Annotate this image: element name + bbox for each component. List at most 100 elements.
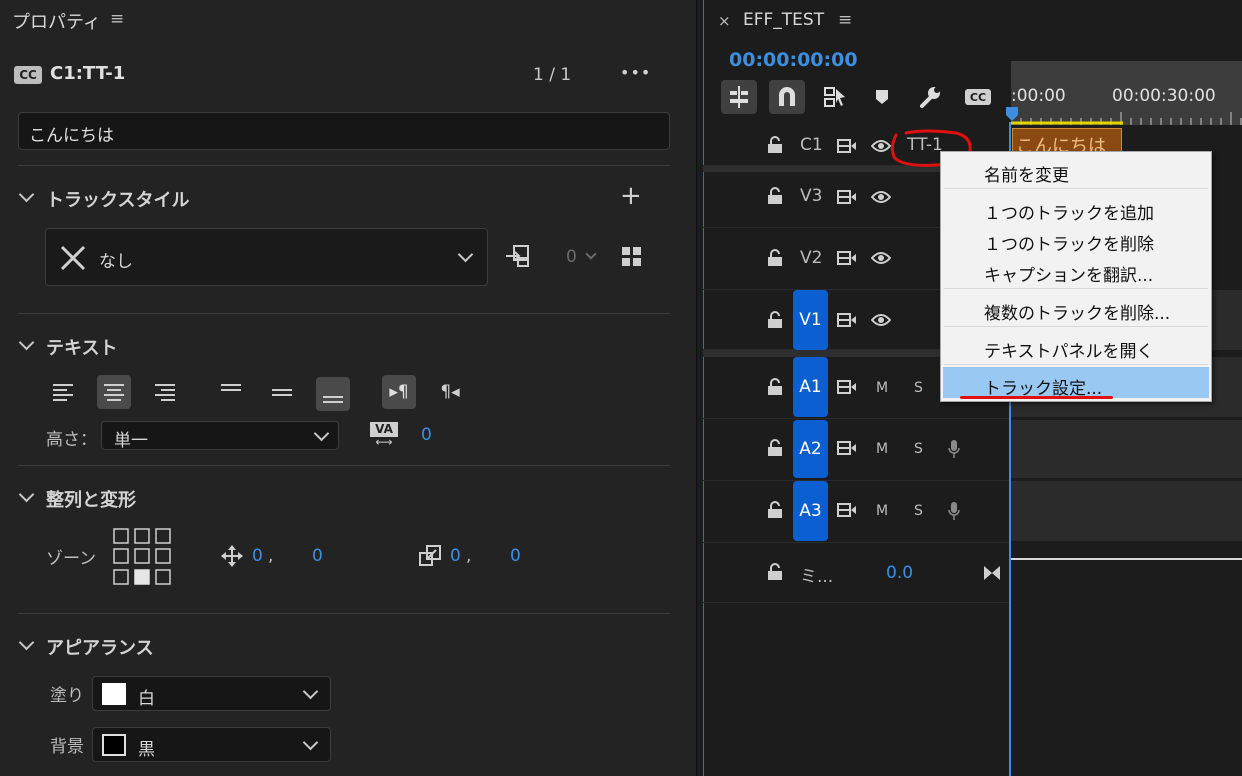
track-label-v2[interactable]: V2	[800, 248, 822, 268]
playhead-icon[interactable]	[1005, 106, 1019, 122]
lock-icon[interactable]	[767, 187, 783, 205]
style-count[interactable]: 0	[566, 247, 577, 267]
chevron-down-icon[interactable]	[18, 486, 35, 503]
bowtie-icon[interactable]	[983, 565, 1001, 581]
text-direction-rtl-button[interactable]: ¶◂	[433, 375, 467, 409]
chevron-down-icon[interactable]	[18, 334, 35, 351]
grid-view-icon[interactable]	[622, 247, 642, 267]
sequence-tab-title[interactable]: EFF_TEST	[743, 10, 824, 30]
insert-sequence-nest-button[interactable]	[721, 80, 757, 114]
menu-item-rename[interactable]: 名前を変更	[984, 161, 1069, 186]
section-track-style[interactable]: トラックスタイル	[46, 186, 189, 212]
lock-icon[interactable]	[767, 249, 783, 267]
zone-grid-icon[interactable]	[113, 528, 173, 586]
caption-text-input[interactable]: こんにちは	[18, 112, 670, 150]
mute-button[interactable]: M	[876, 441, 888, 457]
sync-lock-icon[interactable]	[837, 379, 857, 395]
position-y[interactable]: 0	[312, 546, 323, 566]
lock-icon[interactable]	[767, 136, 783, 154]
add-style-button[interactable]: +	[620, 181, 642, 211]
section-text[interactable]: テキスト	[46, 334, 117, 360]
timeline-settings-button[interactable]	[912, 80, 948, 114]
menu-item-delete-track[interactable]: １つのトラックを削除	[984, 230, 1154, 255]
divider	[18, 613, 670, 614]
height-value: 単一	[114, 431, 148, 451]
track-style-select[interactable]: なし	[45, 228, 488, 286]
close-tab-icon[interactable]: ×	[718, 12, 731, 30]
menu-item-open-text-panel[interactable]: テキストパネルを開く	[984, 337, 1154, 362]
solo-button[interactable]: S	[914, 503, 923, 519]
text-direction-ltr-button[interactable]: ▸¶	[382, 375, 416, 409]
marker-icon	[876, 90, 888, 104]
track-label-v3[interactable]: V3	[800, 186, 822, 206]
track-label-c1[interactable]: C1	[800, 135, 823, 155]
track-header-mix[interactable]	[703, 543, 1009, 603]
eye-icon[interactable]	[871, 251, 891, 265]
solo-button[interactable]: S	[914, 441, 923, 457]
properties-panel: プロパティ ≡ CC C1:TT-1 1 / 1 ••• こんにちは トラックス…	[0, 0, 697, 776]
sync-lock-icon[interactable]	[837, 440, 857, 456]
section-align-transform[interactable]: 整列と変形	[46, 486, 136, 512]
sync-lock-icon[interactable]	[837, 312, 857, 328]
solo-button[interactable]: S	[914, 380, 923, 396]
track-label-a1: A1	[799, 377, 822, 397]
sync-lock-icon[interactable]	[837, 138, 857, 154]
lock-icon[interactable]	[767, 311, 783, 329]
mute-button[interactable]: M	[876, 503, 888, 519]
height-select[interactable]: 単一	[101, 421, 339, 451]
position-x[interactable]: 0	[252, 546, 263, 566]
chevron-down-icon[interactable]	[585, 248, 597, 260]
track-target-a3[interactable]: A3	[793, 481, 828, 541]
fill-color-select[interactable]: 白	[92, 676, 331, 711]
menu-item-translate-captions[interactable]: キャプションを翻訳...	[984, 261, 1153, 286]
lock-icon[interactable]	[767, 439, 783, 457]
captions-button[interactable]: CC	[960, 80, 996, 114]
track-label-mix[interactable]: ミ...	[800, 562, 833, 587]
size-x[interactable]: 0	[450, 546, 461, 566]
panel-menu-icon[interactable]: ≡	[110, 9, 124, 29]
microphone-icon[interactable]	[947, 439, 961, 459]
chevron-down-icon[interactable]	[18, 186, 35, 203]
a3-track-area[interactable]	[1011, 481, 1242, 541]
more-options-icon[interactable]: •••	[620, 63, 651, 82]
track-target-a2[interactable]: A2	[793, 420, 828, 478]
eye-icon[interactable]	[871, 190, 891, 204]
size-y[interactable]: 0	[510, 546, 521, 566]
comma: ,	[466, 546, 472, 566]
valign-bottom-button[interactable]	[316, 377, 350, 411]
add-marker-button[interactable]	[864, 80, 900, 114]
section-appearance[interactable]: アピアランス	[46, 634, 154, 660]
align-center-button[interactable]	[97, 375, 131, 409]
menu-item-delete-tracks[interactable]: 複数のトラックを削除...	[984, 299, 1170, 324]
push-style-icon[interactable]	[505, 244, 531, 268]
background-color-select[interactable]: 黒	[92, 727, 331, 762]
snap-button[interactable]	[769, 80, 805, 114]
menu-item-add-track[interactable]: １つのトラックを追加	[984, 199, 1154, 224]
mix-volume-value[interactable]: 0.0	[886, 563, 913, 583]
sync-lock-icon[interactable]	[837, 502, 857, 518]
mute-button[interactable]: M	[876, 380, 888, 396]
eye-icon[interactable]	[871, 313, 891, 327]
a2-track-area[interactable]	[1011, 420, 1242, 478]
microphone-icon[interactable]	[947, 501, 961, 521]
ruler-start-time: :00:00	[1011, 86, 1066, 106]
chevron-down-icon[interactable]	[18, 634, 35, 651]
align-left-button[interactable]	[46, 375, 80, 409]
fill-swatch	[102, 683, 126, 705]
timecode-display[interactable]: 00:00:00:00	[729, 49, 858, 71]
track-target-v1[interactable]: V1	[793, 290, 828, 350]
magnet-icon	[779, 87, 795, 106]
sync-lock-icon[interactable]	[837, 250, 857, 266]
track-target-a1[interactable]: A1	[793, 357, 828, 417]
align-right-button[interactable]	[148, 375, 182, 409]
lock-icon[interactable]	[767, 563, 783, 581]
lock-icon[interactable]	[767, 378, 783, 396]
linked-selection-button[interactable]	[817, 80, 853, 114]
valign-middle-button[interactable]	[265, 375, 299, 409]
valign-top-button[interactable]	[214, 370, 248, 404]
tracking-value[interactable]: 0	[421, 425, 432, 445]
divider	[18, 313, 670, 314]
panel-menu-icon[interactable]: ≡	[838, 10, 852, 30]
sync-lock-icon[interactable]	[837, 189, 857, 205]
lock-icon[interactable]	[767, 501, 783, 519]
